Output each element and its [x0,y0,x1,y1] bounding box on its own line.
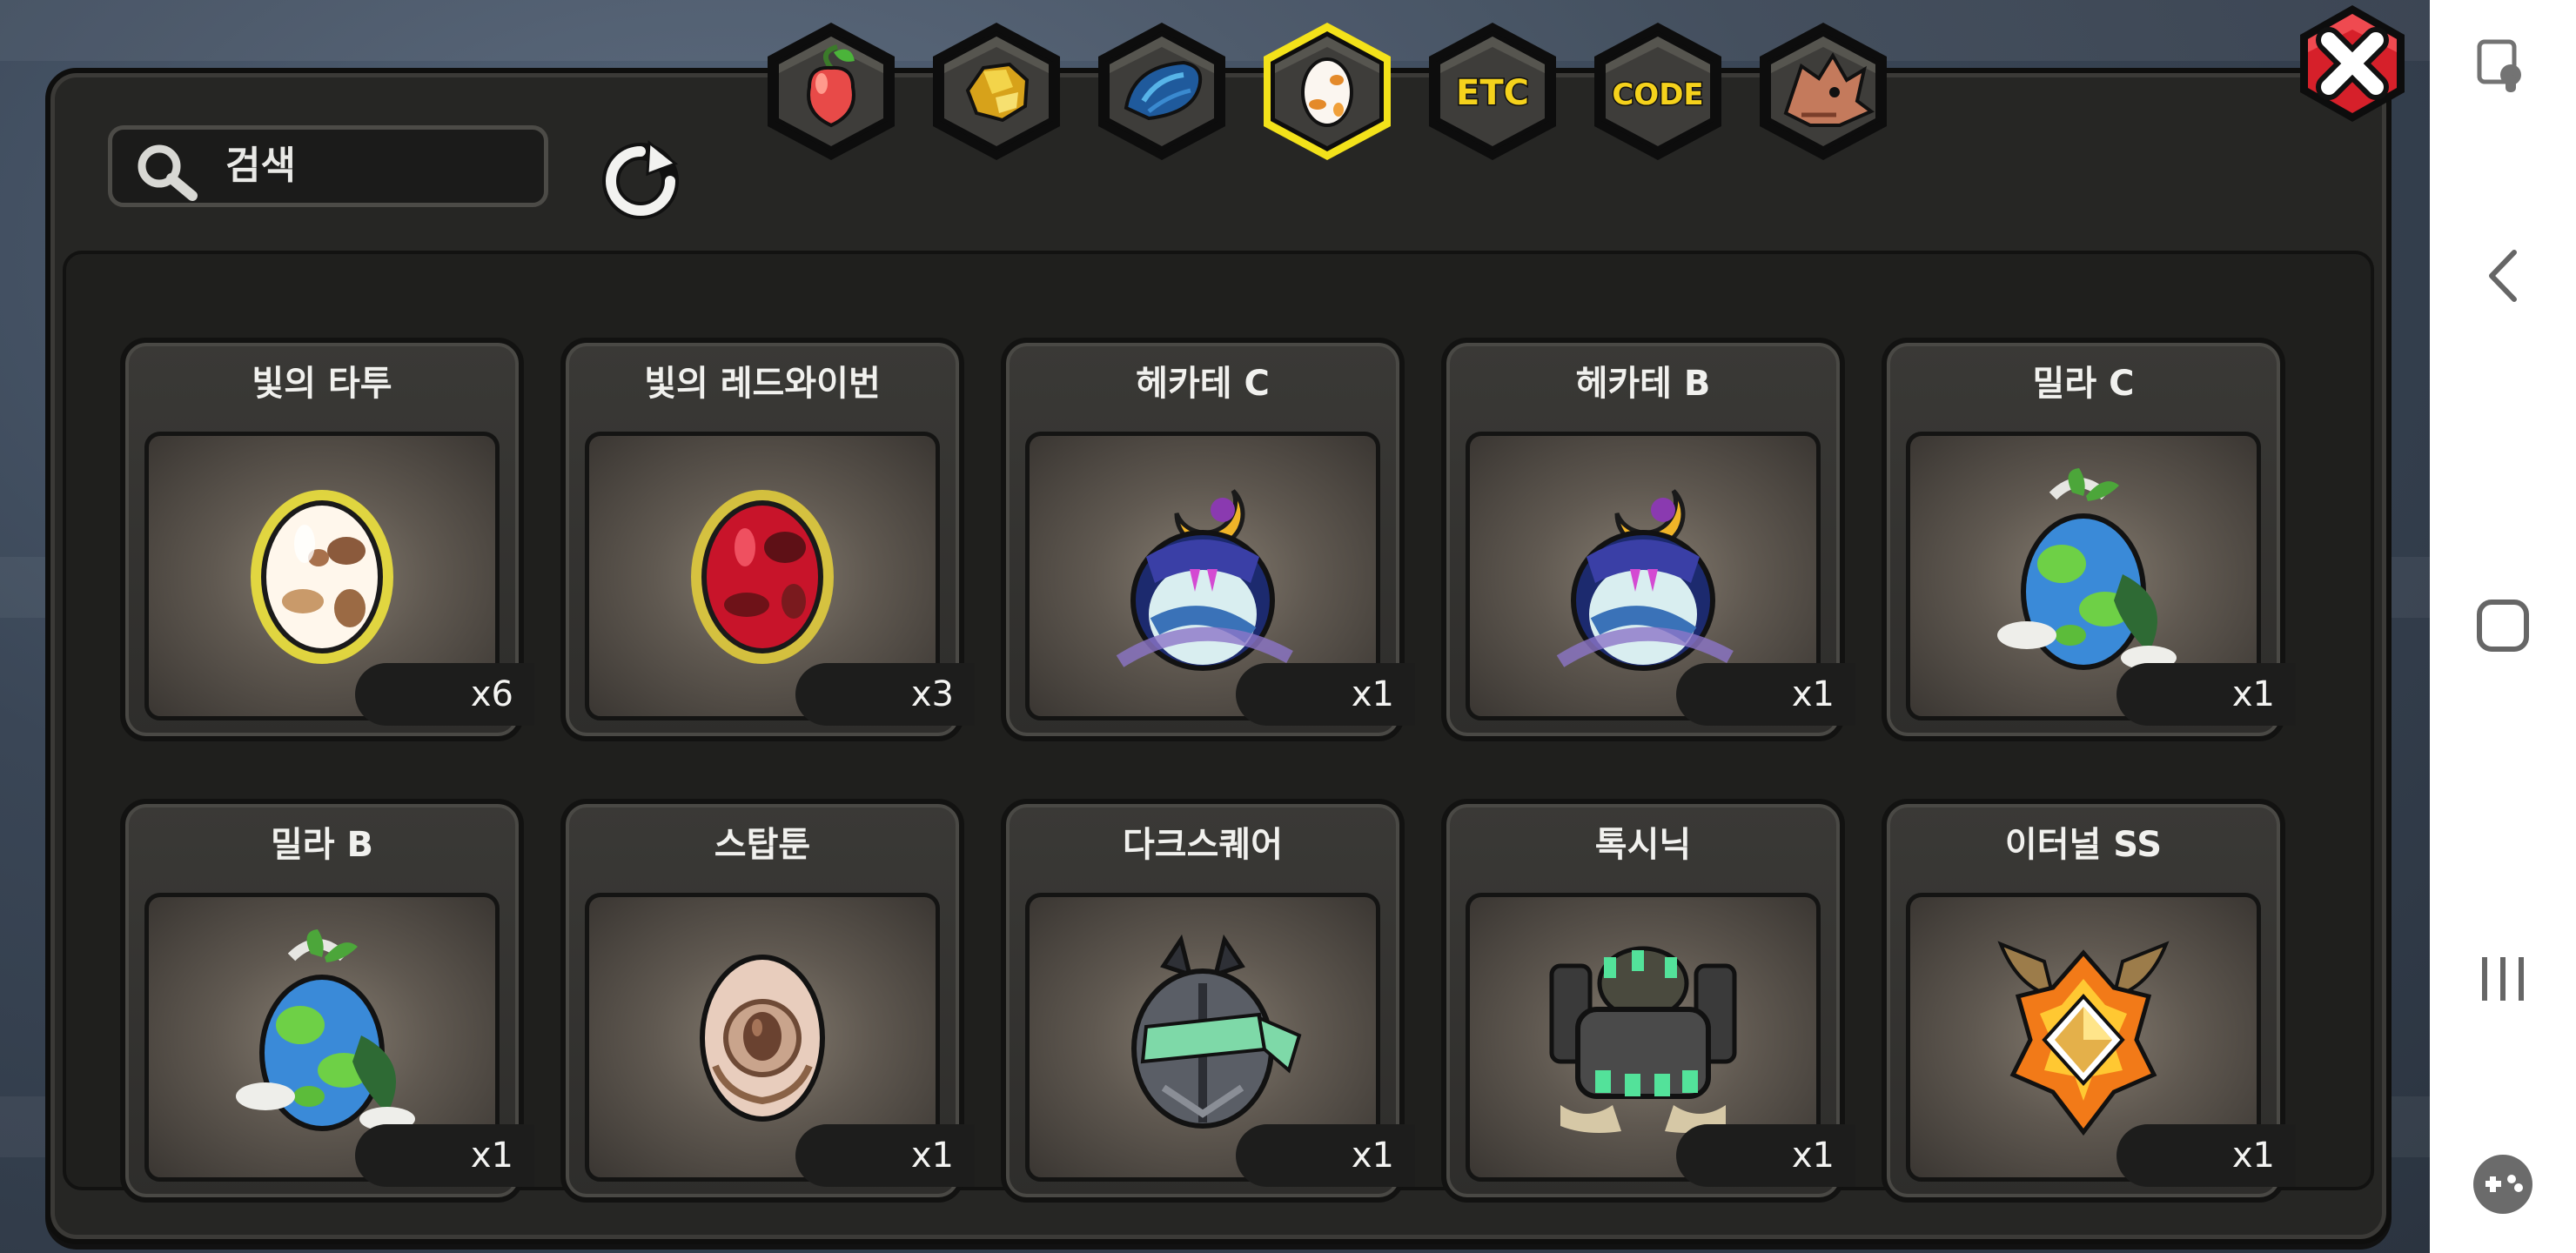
item-card[interactable]: 다크스퀘어 x1 [1001,799,1415,1203]
fruit-icon [768,23,895,160]
gold-ore-icon [933,23,1060,160]
item-name: 스탑툰 [714,825,811,865]
item-card[interactable]: 헤카테 B x1 [1441,338,1855,741]
refresh-icon [602,140,679,219]
recent-apps-button[interactable] [2430,931,2576,1027]
item-name: 밀라 B [270,825,373,865]
item-card[interactable]: 밀라 B x1 [120,799,534,1203]
home-button[interactable] [2430,578,2576,673]
dragon-head-icon [1760,23,1887,160]
search-placeholder: 검색 [225,144,296,188]
tab-dragon-scale[interactable] [1088,17,1236,165]
item-count-badge: x1 [1676,1124,1855,1187]
etc-icon: ETC [1429,23,1556,160]
item-name: 톡시닉 [1594,825,1692,865]
item-name: 헤카테 C [1136,364,1270,404]
mila-egg-icon [213,922,431,1152]
tab-etc[interactable]: ETC [1419,17,1566,165]
search-icon [133,142,208,206]
game-tools-button[interactable] [2430,1136,2576,1232]
item-count-badge: x3 [795,663,975,726]
item-count-badge: x1 [795,1124,975,1187]
screen-touch-lock-button[interactable] [2430,19,2576,115]
item-count-badge: x1 [2116,663,2296,726]
item-card[interactable]: 이터널 SS x1 [1882,799,2296,1203]
item-name: 다크스퀘어 [1123,825,1283,865]
item-count-badge: x1 [355,1124,534,1187]
white-glowing-egg-icon [235,474,409,678]
item-card[interactable]: 빛의 레드와이번 x3 [560,338,975,741]
item-name: 이터널 SS [2004,825,2163,865]
tab-dragon[interactable] [1749,17,1897,165]
recent-apps-icon [2482,957,2524,1001]
egg-icon [1264,23,1391,160]
mila-egg-icon [1975,461,2192,691]
item-count-badge: x1 [1236,1124,1415,1187]
hecate-egg-icon [1534,461,1752,691]
svg-text:ETC: ETC [1456,73,1529,113]
tab-egg[interactable] [1253,17,1401,165]
inventory-panel: 검색 빛의 타투 x6 빛의 레드와이번 x3 헤카테 C x1 헤카테 B x1 밀라 C x1… [45,68,2392,1244]
item-name: 빛의 타투 [252,364,392,404]
tab-code[interactable]: CODE [1584,17,1732,165]
search-input[interactable]: 검색 [108,125,548,207]
system-nav-bar [2430,0,2576,1253]
item-card[interactable]: 톡시닉 x1 [1441,799,1855,1203]
close-icon [2300,5,2405,122]
item-card[interactable]: 헤카테 C x1 [1001,338,1415,741]
back-button[interactable] [2430,228,2576,324]
back-icon [2489,250,2517,302]
item-card[interactable]: 밀라 C x1 [1882,338,2296,741]
item-name: 밀라 C [2032,364,2135,404]
close-button[interactable] [2289,0,2416,127]
item-name: 빛의 레드와이번 [644,364,881,404]
tab-fruit[interactable] [757,17,905,165]
item-card[interactable]: 빛의 타투 x6 [120,338,534,741]
item-count-badge: x1 [1676,663,1855,726]
scale-icon [1098,23,1225,160]
hecate-egg-icon [1094,461,1311,691]
toxic-machine-egg-icon [1534,931,1752,1143]
item-count-badge: x6 [355,663,534,726]
home-icon [2477,600,2529,652]
item-card[interactable]: 스탑툰 x1 [560,799,975,1203]
gamepad-icon [2473,1155,2532,1214]
code-icon: CODE [1594,23,1721,160]
tab-gold[interactable] [922,17,1070,165]
eternal-crystal-egg-icon [1983,927,2184,1148]
touch-lock-icon [2477,39,2521,92]
item-name: 헤카테 B [1575,364,1711,404]
item-grid: 빛의 타투 x6 빛의 레드와이번 x3 헤카테 Cx1 헤카테 Bx1 밀라 Cx1 밀라 … [63,251,2374,1203]
stone-egg-icon [675,935,849,1139]
item-count-badge: x1 [2116,1124,2296,1187]
refresh-button[interactable] [599,139,682,223]
red-glowing-egg-icon [675,474,849,678]
svg-text:CODE: CODE [1612,77,1703,112]
item-count-badge: x1 [1236,663,1415,726]
dark-armored-egg-icon [1103,931,1303,1143]
